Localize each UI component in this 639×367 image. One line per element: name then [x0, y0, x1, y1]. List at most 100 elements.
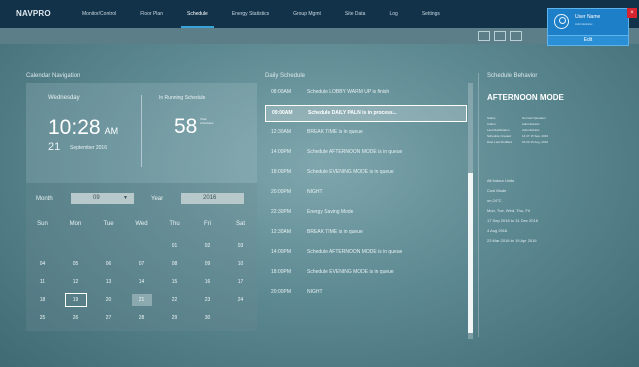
grid-view-icon[interactable]: [478, 31, 490, 41]
schedule-behavior-panel: AFTERNOON MODE Status Normal Operation Aut…: [487, 83, 627, 273]
schedule-item[interactable]: 12:30AM BREAK TIME is in queue: [265, 125, 465, 140]
month-calendar: Month 09 ▼ Year 2016 Sun Mon Tue Wed Thu Fri Sa…: [26, 183, 257, 331]
close-icon[interactable]: ×: [627, 8, 637, 18]
calendar-day[interactable]: 15: [158, 274, 191, 290]
schedule-item[interactable]: 22:30PM Energy Saving Mode: [265, 205, 465, 220]
schedule-time: 18:00PM: [271, 269, 292, 275]
calendar-day[interactable]: 25: [26, 310, 59, 326]
calendar-day[interactable]: 22: [158, 292, 191, 308]
behavior-field: Author Administrator: [487, 122, 540, 126]
calendar-day[interactable]: 09: [191, 256, 224, 272]
nav-settings[interactable]: Settings: [410, 0, 452, 28]
schedule-text: Energy Saving Mode: [307, 209, 354, 215]
schedule-item[interactable]: 18:00PM Schedule EVENING MODE is in queue: [265, 165, 465, 180]
schedule-text: Schedule EVENING MODE is in queue: [307, 169, 394, 175]
calendar-day[interactable]: 17: [224, 274, 257, 290]
calendar-day[interactable]: 14: [125, 274, 158, 290]
calendar-day[interactable]: 06: [92, 256, 125, 272]
daily-schedule-list: 08:00AM Schedule LOBBY WARM UP is finish 0…: [265, 83, 475, 343]
current-time: 10:28 AM: [48, 116, 119, 139]
list-view-icon[interactable]: [494, 31, 506, 41]
calendar-day[interactable]: 13: [92, 274, 125, 290]
calendar-day[interactable]: 03: [224, 238, 257, 254]
calendar-day[interactable]: 23: [191, 292, 224, 308]
calendar-day[interactable]: 08: [158, 256, 191, 272]
panel-divider: [141, 95, 142, 167]
calendar-day[interactable]: 16: [191, 274, 224, 290]
nav-group-mgmt[interactable]: Group Mgmt: [281, 0, 333, 28]
calendar-day[interactable]: 29: [158, 310, 191, 326]
year-select[interactable]: 2016: [181, 193, 244, 204]
schedule-time: 12:30AM: [271, 129, 292, 135]
schedule-time: 22:30PM: [271, 209, 292, 215]
calendar-day[interactable]: 28: [125, 310, 158, 326]
calendar-day[interactable]: 30: [191, 310, 224, 326]
nav-floor-plan[interactable]: Floor Plan: [128, 0, 175, 28]
nav-log[interactable]: Log: [377, 0, 409, 28]
month-select[interactable]: 09 ▼: [71, 193, 134, 204]
toolbar: [0, 28, 639, 44]
schedule-scroll-thumb[interactable]: [468, 173, 473, 333]
schedule-text: Schedule AFTERNOON MODE is in queue: [307, 249, 403, 255]
calendar-day: [224, 310, 257, 326]
weekday-label: Tue: [103, 221, 114, 227]
schedule-item[interactable]: 09:00AM Schedule DAILY PALN is in process…: [265, 105, 467, 122]
nav-site-data[interactable]: Site Data: [333, 0, 378, 28]
calendar-day[interactable]: 26: [59, 310, 92, 326]
schedule-item[interactable]: 20:00PM NIGHT: [265, 285, 465, 300]
schedule-time: 14:00PM: [271, 149, 292, 155]
app-window: NAVPRO Monitor/Control Floor Plan Schedu…: [0, 0, 639, 367]
schedule-text: NIGHT: [307, 189, 323, 195]
top-navigation-bar: NAVPRO Monitor/Control Floor Plan Schedu…: [0, 0, 639, 28]
schedule-text: Schedule LOBBY WARM UP is finish: [307, 89, 390, 95]
schedule-item[interactable]: 12:30AM BREAK TIME is in queue: [265, 225, 465, 240]
nav-monitor-control[interactable]: Monitor/Control: [70, 0, 128, 28]
calendar-day[interactable]: 20: [92, 292, 125, 308]
behavior-line: 4 Aug 2016: [487, 228, 508, 233]
calendar-navigation-panel: Wednesday 10:28 AM 21 September 2016 In R…: [26, 83, 257, 183]
calendar-day[interactable]: 21: [125, 292, 158, 308]
calendar-day[interactable]: 10: [224, 256, 257, 272]
behavior-field: Date Last Modified 15:30 15 Aug, 2016: [487, 140, 549, 144]
schedule-text: Schedule AFTERNOON MODE is in queue: [307, 149, 403, 155]
calendar-day[interactable]: 01: [158, 238, 191, 254]
behavior-line: All Indoor Units: [487, 178, 515, 183]
behavior-field: Schedule Created 14:47 15 Sep, 2016: [487, 134, 549, 138]
schedule-behavior-title: Schedule Behavior: [487, 73, 538, 79]
calendar-day[interactable]: 11: [26, 274, 59, 290]
calendar-day[interactable]: 07: [125, 256, 158, 272]
current-weekday: Wednesday: [48, 95, 80, 101]
edit-button[interactable]: Edit: [547, 35, 629, 46]
user-avatar-icon: [554, 14, 569, 29]
main-nav: Monitor/Control Floor Plan Schedule Ener…: [70, 0, 452, 28]
schedule-item[interactable]: 14:00PM Schedule AFTERNOON MODE is in que…: [265, 145, 465, 160]
print-icon[interactable]: [510, 31, 522, 41]
behavior-field: Status Normal Operation: [487, 116, 546, 120]
calendar-day[interactable]: 12: [59, 274, 92, 290]
schedule-item[interactable]: 08:00AM Schedule LOBBY WARM UP is finish: [265, 85, 465, 100]
calendar-navigation-title: Calendar Navigation: [26, 73, 81, 79]
running-schedule-unit: Total schedules: [200, 117, 214, 125]
calendar-day[interactable]: 04: [26, 256, 59, 272]
schedule-time: 12:30AM: [271, 229, 292, 235]
calendar-day[interactable]: 02: [191, 238, 224, 254]
schedule-item[interactable]: 14:00PM Schedule AFTERNOON MODE is in que…: [265, 245, 465, 260]
nav-energy-statistics[interactable]: Energy Statistics: [220, 0, 281, 28]
calendar-day[interactable]: 05: [59, 256, 92, 272]
calendar-day[interactable]: 19: [59, 292, 92, 308]
schedule-text: Schedule DAILY PALN is in process...: [308, 110, 397, 116]
calendar-day[interactable]: 24: [224, 292, 257, 308]
nav-schedule[interactable]: Schedule: [175, 0, 220, 28]
schedule-item[interactable]: 18:00PM Schedule EVENING MODE is in queue: [265, 265, 465, 280]
calendar-day: [26, 238, 59, 254]
month-label: Month: [36, 196, 53, 202]
calendar-day[interactable]: 27: [92, 310, 125, 326]
schedule-item[interactable]: 20:00PM NIGHT: [265, 185, 465, 200]
schedule-time: 18:00PM: [271, 169, 292, 175]
panel-divider: [478, 73, 479, 337]
current-day: 21: [48, 141, 61, 153]
calendar-day: [125, 238, 158, 254]
user-menu[interactable]: User Name Administrator: [547, 8, 629, 36]
weekday-label: Sat: [235, 221, 245, 227]
calendar-day[interactable]: 18: [26, 292, 59, 308]
